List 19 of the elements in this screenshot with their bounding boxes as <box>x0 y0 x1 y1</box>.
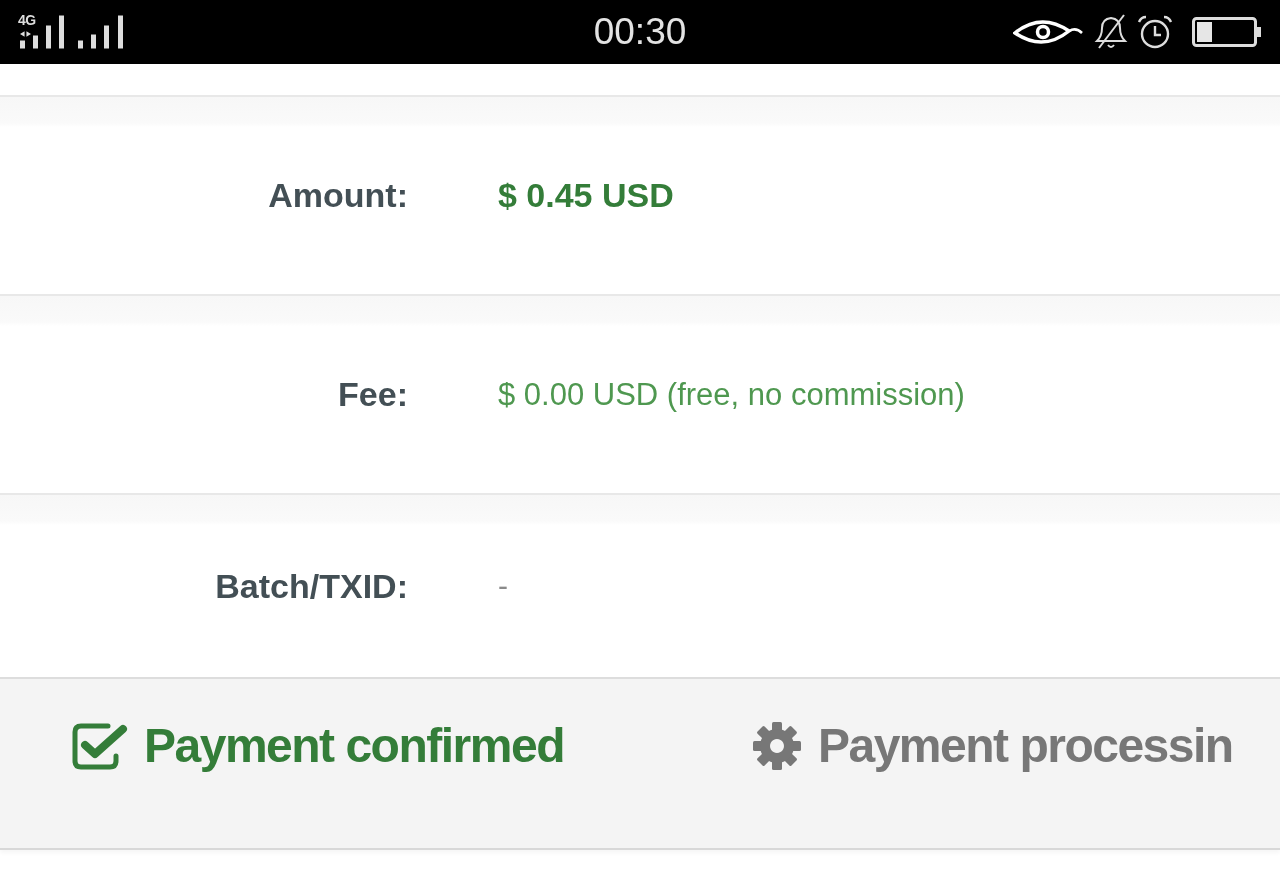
gear-icon <box>751 720 802 771</box>
alarm-clock-icon <box>1137 15 1173 49</box>
battery-icon <box>1192 17 1262 47</box>
field-label: Fee: <box>337 375 408 414</box>
field-label: Batch/TXID: <box>214 566 408 606</box>
network-type: 4G <box>18 13 36 27</box>
signal-icon <box>78 15 123 49</box>
data-arrows-icon <box>20 31 31 37</box>
eye-icon <box>1013 18 1083 46</box>
payment-status-step: Payment confirmed <box>144 717 564 774</box>
field-value: - <box>498 569 508 603</box>
field-label: Amount: <box>267 176 408 215</box>
checkbox-check-icon <box>72 721 128 770</box>
bell-off-icon <box>1094 14 1128 50</box>
clock-time: 00:30 <box>593 12 687 52</box>
payment-status-step: Payment processin <box>817 717 1233 774</box>
field-value: $ 0.00 USD (free, no commission) <box>498 376 965 413</box>
signal-icon <box>20 15 64 49</box>
field-value: $ 0.45 USD <box>498 176 674 215</box>
